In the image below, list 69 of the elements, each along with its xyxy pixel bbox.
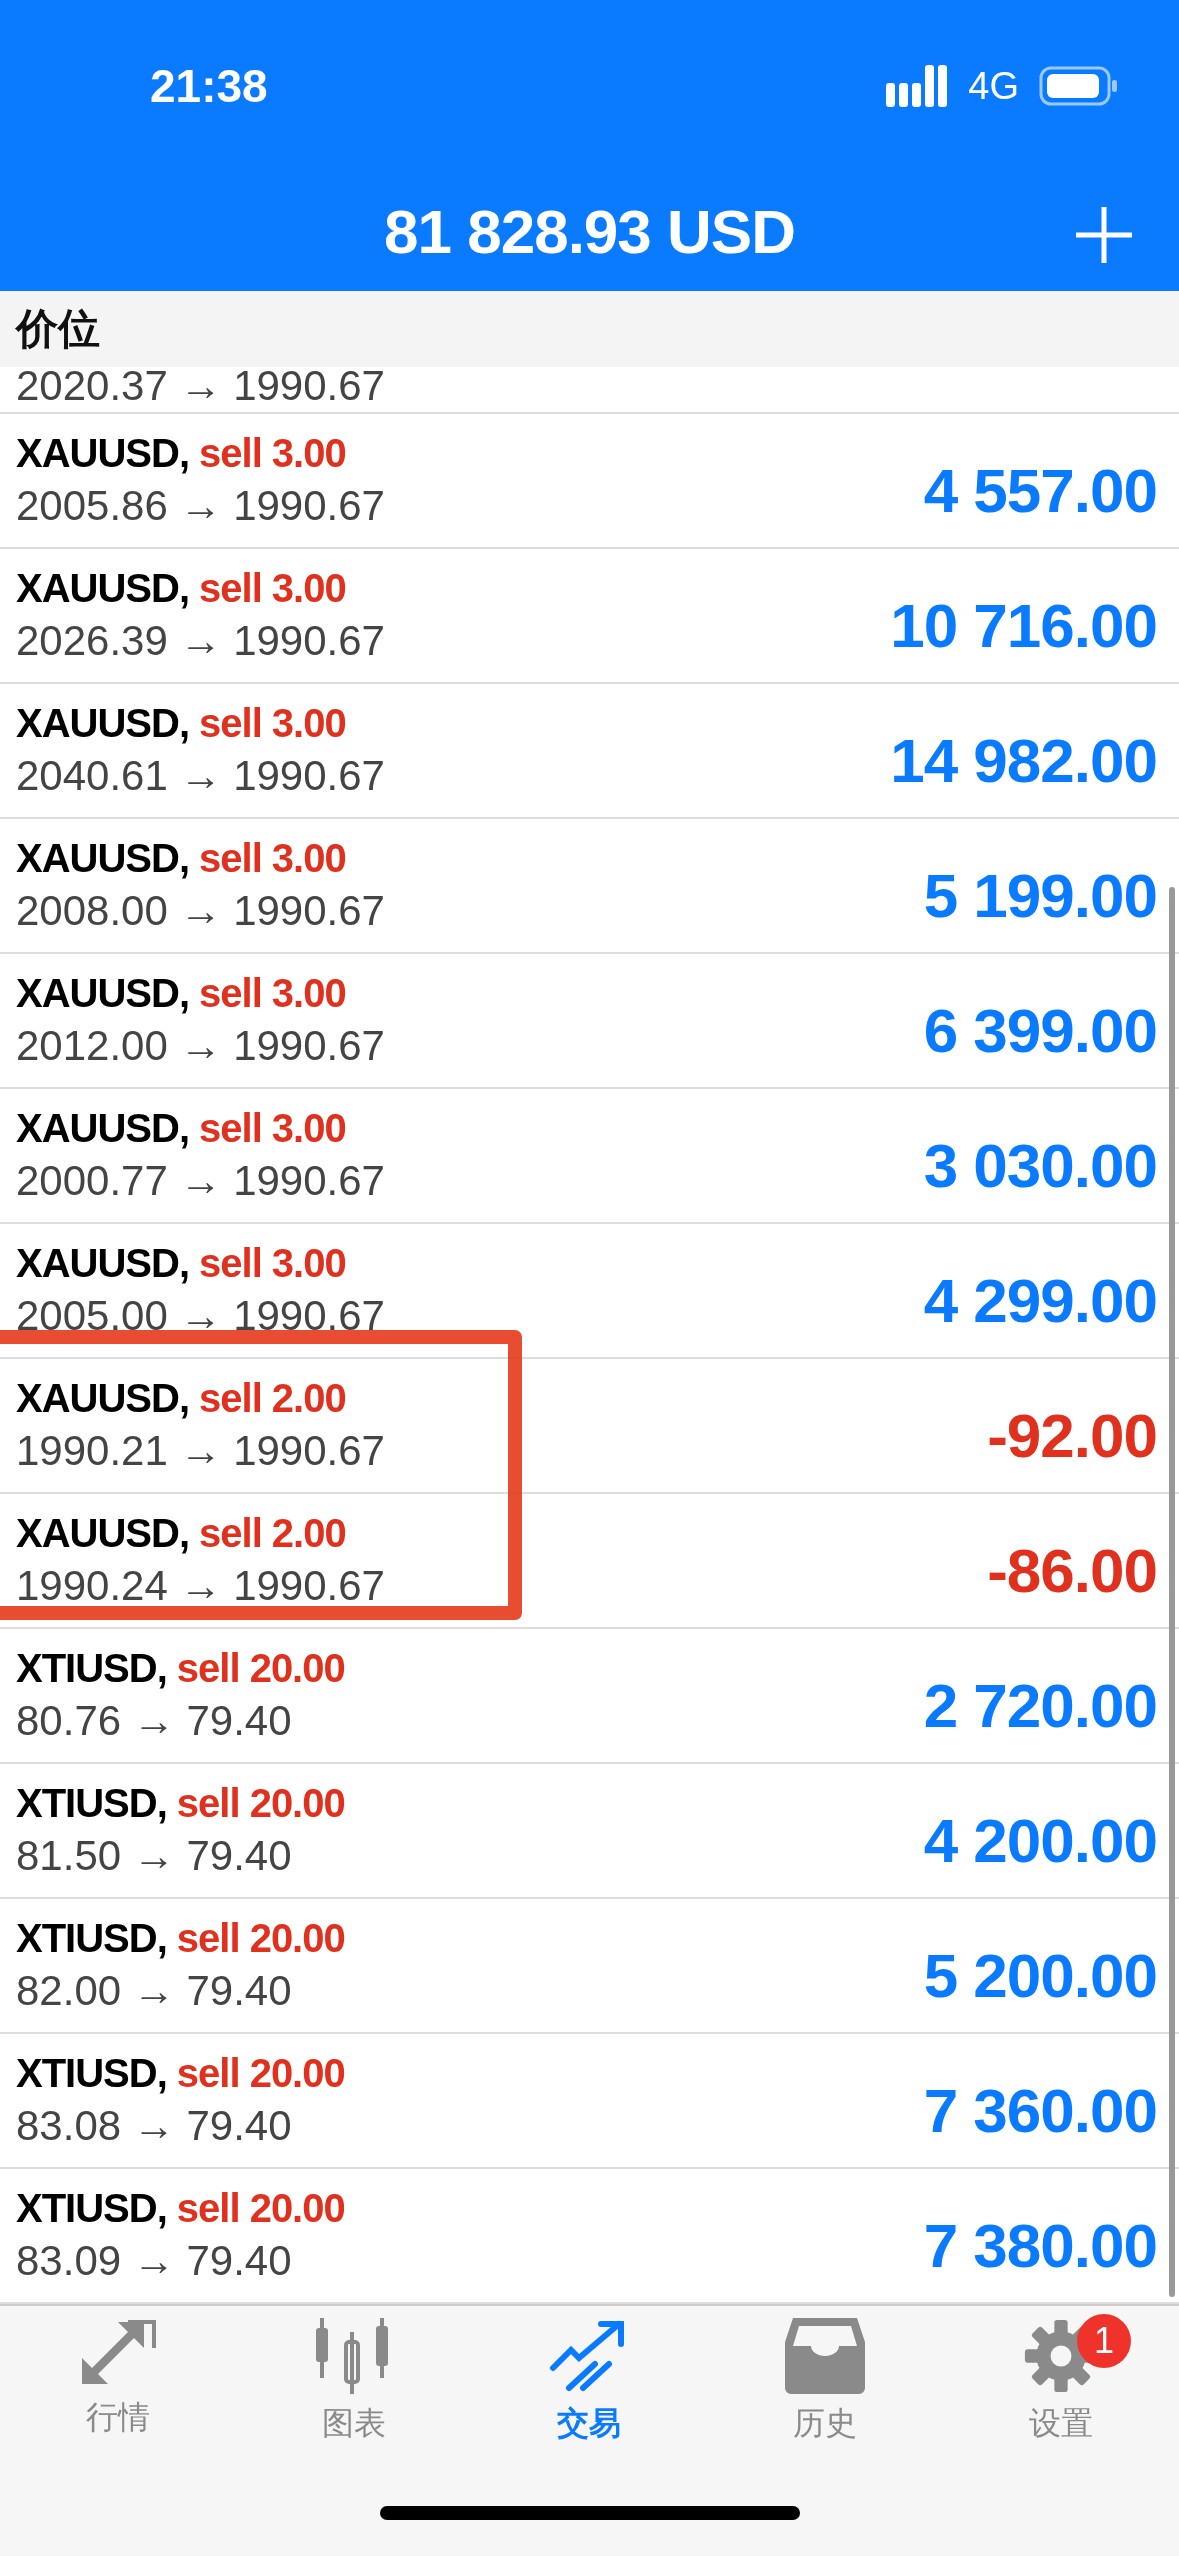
order-side: sell 3.00 xyxy=(199,835,346,881)
order-side: sell 20.00 xyxy=(176,1645,345,1691)
order-side: sell 20.00 xyxy=(176,1915,345,1961)
notification-badge: 1 xyxy=(1077,2313,1132,2368)
symbol: XAUUSD, xyxy=(16,835,190,881)
position-row[interactable]: XAUUSD, sell 3.00 2005.86 → 1990.67 4 557.00 xyxy=(0,413,1179,549)
network-type: 4G xyxy=(968,64,1019,108)
order-side: sell 3.00 xyxy=(199,970,346,1016)
column-header: 价位 xyxy=(16,303,100,354)
price-range: 2026.39 → 1990.67 xyxy=(16,616,385,665)
profit-value: -92.00 xyxy=(987,1399,1157,1471)
price-range: 2040.61 → 1990.67 xyxy=(16,751,385,800)
symbol: XAUUSD, xyxy=(16,700,190,746)
profit-value: 5 200.00 xyxy=(923,1939,1157,2011)
price-range: 2000.77 → 1990.67 xyxy=(16,1156,385,1205)
symbol: XAUUSD, xyxy=(16,1510,190,1556)
symbol: XTIUSD, xyxy=(16,1645,167,1691)
profit-value: 5 199.00 xyxy=(923,859,1157,931)
symbol: XAUUSD, xyxy=(16,1240,190,1286)
order-side: sell 3.00 xyxy=(199,1105,346,1151)
order-side: sell 3.00 xyxy=(199,700,346,746)
symbol: XAUUSD, xyxy=(16,1105,190,1151)
profit-value: 14 982.00 xyxy=(890,724,1157,796)
symbol: XTIUSD, xyxy=(16,2050,167,2096)
symbol: XAUUSD, xyxy=(16,970,190,1016)
price-range: 1990.21 → 1990.67 xyxy=(16,1426,385,1475)
profit-value: 6 399.00 xyxy=(923,994,1157,1066)
profit-value: 4 557.00 xyxy=(923,454,1157,526)
profit-value: 4 200.00 xyxy=(923,1804,1157,1876)
symbol: XTIUSD, xyxy=(16,1915,167,1961)
price-range: 1990.24 → 1990.67 xyxy=(16,1561,385,1610)
profit-value: 4 299.00 xyxy=(923,1264,1157,1336)
price-range: 82.00 → 79.40 xyxy=(16,1966,293,2015)
order-side: sell 2.00 xyxy=(199,1510,346,1556)
status-time: 21:38 xyxy=(150,59,268,113)
price-range: 2008.00 → 1990.67 xyxy=(16,886,385,935)
order-side: sell 3.00 xyxy=(199,1240,346,1286)
price-range: 2005.86 → 1990.67 xyxy=(16,481,385,530)
symbol: XTIUSD, xyxy=(16,2185,167,2231)
symbol: XAUUSD, xyxy=(16,430,190,476)
account-balance: 81 828.93 USD xyxy=(384,196,795,268)
price-range: 83.08 → 79.40 xyxy=(16,2101,293,2150)
symbol: XAUUSD, xyxy=(16,1375,190,1421)
order-side: sell 20.00 xyxy=(176,2050,345,2096)
profit-value: 10 716.00 xyxy=(890,589,1157,661)
position-row[interactable]: XAUUSD, sell 3.00 2040.61 → 1990.67 14 982.00 xyxy=(0,683,1179,819)
profit-value: 7 380.00 xyxy=(923,2209,1157,2281)
signal-icon xyxy=(886,65,949,107)
profit-value: -86.00 xyxy=(987,1534,1157,1606)
order-side: sell 20.00 xyxy=(176,1780,345,1826)
price-range: 2020.37 → 1990.67 xyxy=(16,366,385,410)
order-side: sell 20.00 xyxy=(176,2185,345,2231)
profit-value: 3 030.00 xyxy=(923,1129,1157,1201)
price-range: 2012.00 → 1990.67 xyxy=(16,1021,385,1070)
profit-value: 2 720.00 xyxy=(923,1669,1157,1741)
order-side: sell 3.00 xyxy=(199,430,346,476)
tab-bar-item[interactable]: 交易 xyxy=(499,2317,680,2446)
symbol: XAUUSD, xyxy=(16,565,190,611)
order-side: sell 2.00 xyxy=(199,1375,346,1421)
order-side: sell 3.00 xyxy=(199,565,346,611)
price-range: 83.09 → 79.40 xyxy=(16,2236,293,2285)
price-range: 80.76 → 79.40 xyxy=(16,1696,293,1745)
battery-icon xyxy=(1039,66,1119,106)
inbox-icon xyxy=(785,2317,866,2394)
position-row[interactable]: XAUUSD, sell 3.00 2026.39 → 1990.67 10 716.00 xyxy=(0,548,1179,684)
profit-value: 7 360.00 xyxy=(923,2074,1157,2146)
price-range: 2005.00 → 1990.67 xyxy=(16,1291,385,1340)
price-range: 81.50 → 79.40 xyxy=(16,1831,293,1880)
symbol: XTIUSD, xyxy=(16,1780,167,1826)
